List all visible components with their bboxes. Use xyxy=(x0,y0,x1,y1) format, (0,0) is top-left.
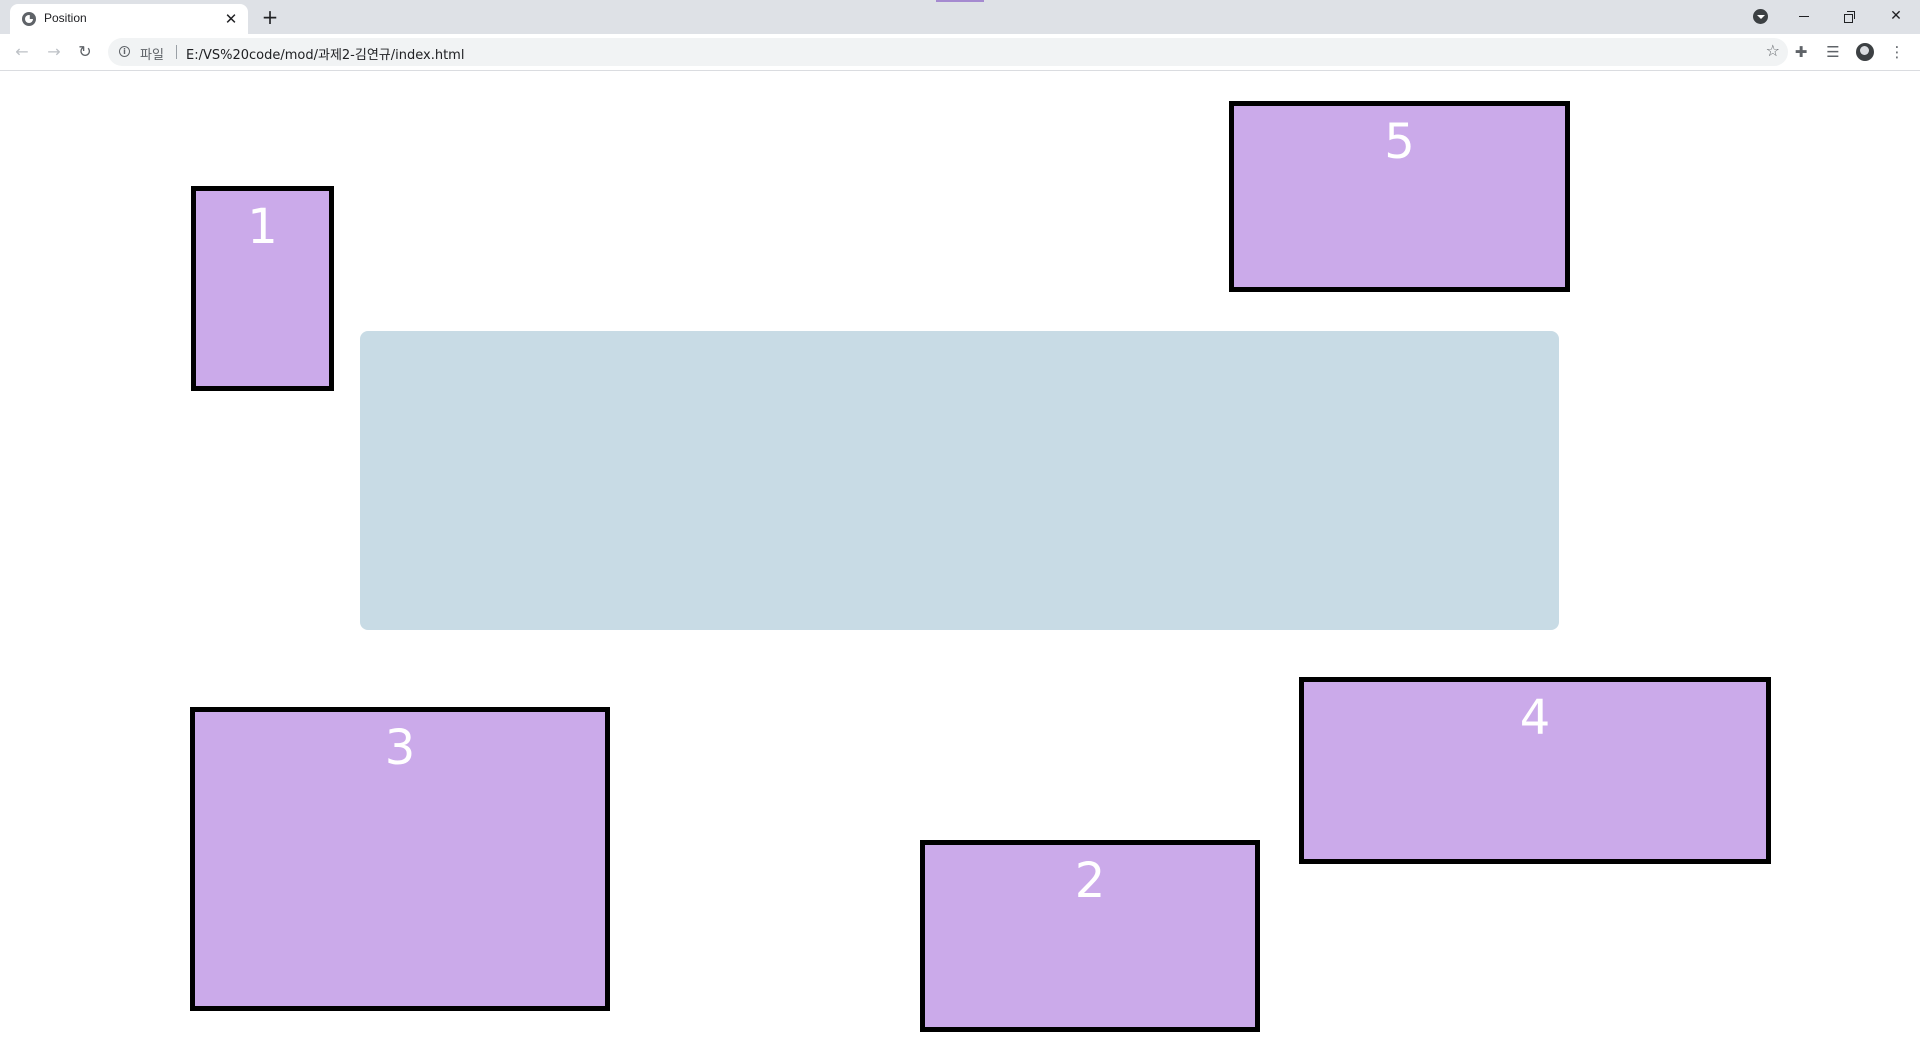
scheme-label: 파일 xyxy=(140,48,164,63)
close-window-button[interactable]: ✕ xyxy=(1879,4,1913,28)
close-tab-icon[interactable]: ✕ xyxy=(222,10,240,28)
extensions-icon[interactable]: ✚ xyxy=(1789,40,1813,64)
box-2: 2 xyxy=(920,840,1260,1032)
browser-toolbar: ← → ↻ i 파일 E:/VS%20code/mod/과제2-김연규/inde… xyxy=(0,34,1920,71)
new-tab-button[interactable]: + xyxy=(258,6,282,30)
tab-strip: Position ✕ + ✕ xyxy=(0,0,1920,34)
restore-button[interactable] xyxy=(1833,4,1867,28)
address-divider xyxy=(176,45,177,59)
box-5: 5 xyxy=(1229,101,1570,292)
bookmark-star-icon[interactable]: ☆ xyxy=(1766,41,1780,60)
globe-icon xyxy=(22,12,36,26)
box-1: 1 xyxy=(191,186,334,391)
forward-button[interactable]: → xyxy=(42,40,66,64)
info-icon[interactable]: i xyxy=(119,46,130,57)
profile-avatar[interactable] xyxy=(1856,43,1874,61)
menu-icon[interactable]: ⋮ xyxy=(1885,40,1909,64)
url-text[interactable]: E:/VS%20code/mod/과제2-김연규/index.html xyxy=(186,44,464,63)
minimize-button[interactable] xyxy=(1787,4,1821,28)
back-button[interactable]: ← xyxy=(10,40,34,64)
tab-drop-indicator xyxy=(936,0,984,2)
box-4: 4 xyxy=(1299,677,1771,864)
page-content: 1 5 3 2 4 xyxy=(0,71,1920,1040)
tab-search-icon[interactable] xyxy=(1753,9,1768,24)
box-3: 3 xyxy=(190,707,610,1011)
address-bar[interactable]: i 파일 E:/VS%20code/mod/과제2-김연규/index.html… xyxy=(108,38,1788,66)
tab-position[interactable]: Position ✕ xyxy=(10,4,248,34)
tab-title: Position xyxy=(44,11,87,25)
center-panel xyxy=(360,331,1559,630)
media-control-icon[interactable]: ☰ xyxy=(1821,40,1845,64)
reload-button[interactable]: ↻ xyxy=(73,40,97,64)
